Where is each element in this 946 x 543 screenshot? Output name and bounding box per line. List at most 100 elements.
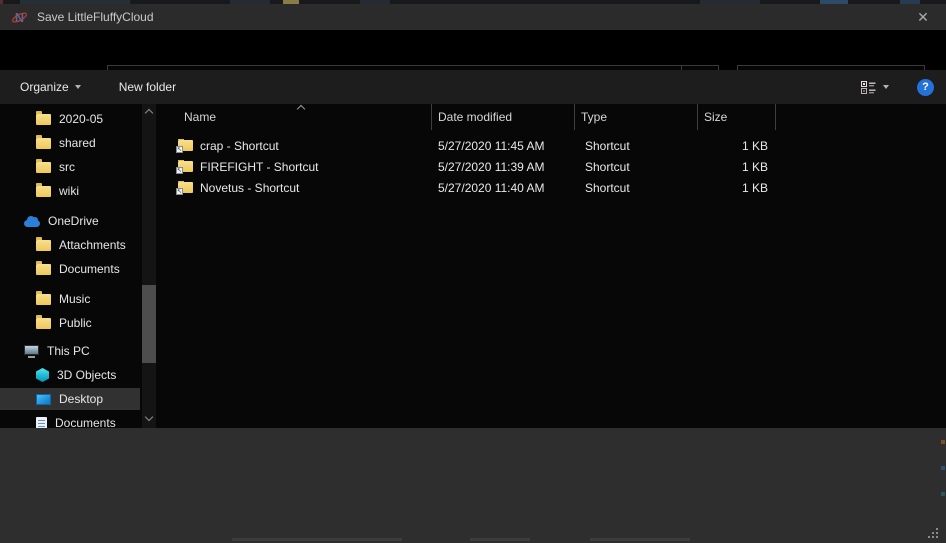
sidebar-item-label: src <box>59 160 75 174</box>
resize-grip[interactable] <box>928 528 940 540</box>
file-row-crap-shortcut[interactable]: ↖ crap - Shortcut 5/27/2020 11:45 AMShortc… <box>160 135 946 156</box>
caret-down-icon <box>75 85 81 89</box>
sidebar-item-documents[interactable]: Documents <box>0 258 140 280</box>
sort-ascending-icon <box>297 105 305 113</box>
command-toolbar: Organize New folder ? <box>0 70 946 104</box>
folder-icon <box>36 318 51 329</box>
scroll-up-icon[interactable] <box>145 109 153 117</box>
column-header-label: Date modified <box>432 110 512 124</box>
file-date: 5/27/2020 11:45 AM <box>432 139 575 153</box>
organize-button[interactable]: Organize <box>20 80 81 94</box>
folder-icon <box>36 114 51 125</box>
main-area: 2020-05 shared src wiki OneDrive Attachments D… <box>0 104 946 428</box>
close-icon[interactable]: ✕ <box>908 4 938 30</box>
new-folder-button[interactable]: New folder <box>119 80 176 94</box>
caret-down-icon <box>883 85 889 89</box>
sidebar-item-2020-05[interactable]: 2020-05 <box>0 108 140 130</box>
file-size: 1 KB <box>698 139 776 153</box>
list-rows: ↖crap - Shortcut5/27/2020 11:45 AMShortc… <box>160 135 946 198</box>
file-name: FIREFIGHT - Shortcut <box>200 160 318 174</box>
sidebar-item-shared[interactable]: shared <box>0 132 140 154</box>
sidebar-item-src[interactable]: src <box>0 156 140 178</box>
scroll-down-icon[interactable] <box>145 413 153 421</box>
folder-icon <box>36 264 51 275</box>
sidebar-item-3d-objects[interactable]: 3D Objects <box>0 364 140 386</box>
file-list: Name Date modified Type Size ↖ crap - Shortc… <box>160 104 946 428</box>
sidebar-item-this-pc[interactable]: This PC <box>0 340 140 362</box>
sidebar-item-label: Attachments <box>59 238 126 252</box>
desktop-peek-pixel <box>941 440 945 444</box>
column-header-type[interactable]: Type <box>575 104 698 130</box>
cube-icon <box>36 368 49 382</box>
shortcut-folder-icon: ↖ <box>178 182 193 193</box>
sidebar-item-wiki[interactable]: wiki <box>0 180 140 202</box>
column-header-label: Type <box>575 110 607 124</box>
help-button[interactable]: ? <box>917 79 934 96</box>
sidebar-item-label: 2020-05 <box>59 112 103 126</box>
shortcut-folder-icon: ↖ <box>178 161 193 172</box>
file-date: 5/27/2020 11:40 AM <box>432 181 575 195</box>
file-type: Shortcut <box>575 160 698 174</box>
file-size: 1 KB <box>698 181 776 195</box>
sidebar-item-label: This PC <box>47 344 90 358</box>
sidebar-item-label: Documents <box>59 262 120 276</box>
sidebar-item-label: Music <box>59 292 90 306</box>
change-view-button[interactable] <box>861 81 889 94</box>
window-title: Save LittleFluffyCloud <box>37 10 154 24</box>
sidebar-item-desktop[interactable]: Desktop <box>0 388 140 410</box>
remnant-fragment <box>232 538 402 541</box>
pc-icon <box>24 345 39 355</box>
column-header-name[interactable]: Name <box>160 104 432 130</box>
sidebar-item-label: OneDrive <box>48 214 99 228</box>
folder-icon <box>36 186 51 197</box>
file-type: Shortcut <box>575 181 698 195</box>
sidebar-item-attachments[interactable]: Attachments <box>0 234 140 256</box>
column-header-label: Size <box>698 110 727 124</box>
sidebar-scrollbar[interactable] <box>142 104 156 428</box>
folder-icon <box>36 162 51 173</box>
sidebar-item-label: Public <box>59 316 92 330</box>
shortcut-arrow-icon: ↖ <box>176 188 183 195</box>
toolbar-right-group: ? <box>861 70 934 104</box>
desktop-peek-pixel <box>941 466 945 470</box>
list-header: Name Date modified Type Size <box>160 104 776 130</box>
file-name: crap - Shortcut <box>200 139 279 153</box>
scrollbar-thumb[interactable] <box>142 285 156 363</box>
file-type: Shortcut <box>575 139 698 153</box>
sidebar-item-music[interactable]: Music <box>0 288 140 310</box>
background-window-remnant-bottom <box>0 536 946 543</box>
file-date: 5/27/2020 11:39 AM <box>432 160 575 174</box>
titlebar: N Save LittleFluffyCloud ✕ <box>0 4 946 30</box>
sidebar-item-label: 3D Objects <box>57 368 116 382</box>
column-header-label: Name <box>160 110 216 124</box>
cloud-icon <box>24 220 40 227</box>
new-folder-label: New folder <box>119 80 176 94</box>
novetus-app-icon: N <box>11 9 28 26</box>
folder-icon <box>36 138 51 149</box>
file-row-novetus-shortcut[interactable]: ↖Novetus - Shortcut5/27/2020 11:40 AMSho… <box>160 177 946 198</box>
file-size: 1 KB <box>698 160 776 174</box>
remnant-fragment <box>590 538 690 541</box>
remnant-fragment <box>470 538 530 541</box>
sidebar-item-label: wiki <box>59 184 79 198</box>
shortcut-arrow-icon: ↖ <box>176 146 183 153</box>
sidebar-item-onedrive[interactable]: OneDrive <box>0 210 140 232</box>
sidebar-item-public[interactable]: Public <box>0 312 140 334</box>
details-view-icon <box>861 81 876 94</box>
save-dialog: N Save LittleFluffyCloud ✕ ← → ↑ This PC… <box>0 0 946 543</box>
sidebar-item-label: shared <box>59 136 96 150</box>
navigation-bar: ← → ↑ This PC Desktop ↻ Search Desktop <box>0 30 946 70</box>
folder-icon <box>36 294 51 305</box>
navigation-pane: 2020-05 shared src wiki OneDrive Attachments D… <box>0 104 158 428</box>
shortcut-folder-icon: ↖ <box>178 140 193 151</box>
column-header-date-modified[interactable]: Date modified <box>432 104 575 130</box>
organize-label: Organize <box>20 80 69 94</box>
desktop-icon <box>36 394 51 405</box>
folder-icon <box>36 240 51 251</box>
desktop-peek-pixel <box>941 492 945 496</box>
footer-panel: File name: LittleFluffyCloud.rbxm Save a… <box>0 428 946 543</box>
sidebar-item-label: Desktop <box>59 392 103 406</box>
file-row-firefight-shortcut[interactable]: ↖ FIREFIGHT - Shortcut 5/27/2020 11:39 AMS… <box>160 156 946 177</box>
column-header-size[interactable]: Size <box>698 104 776 130</box>
shortcut-arrow-icon: ↖ <box>176 167 183 174</box>
